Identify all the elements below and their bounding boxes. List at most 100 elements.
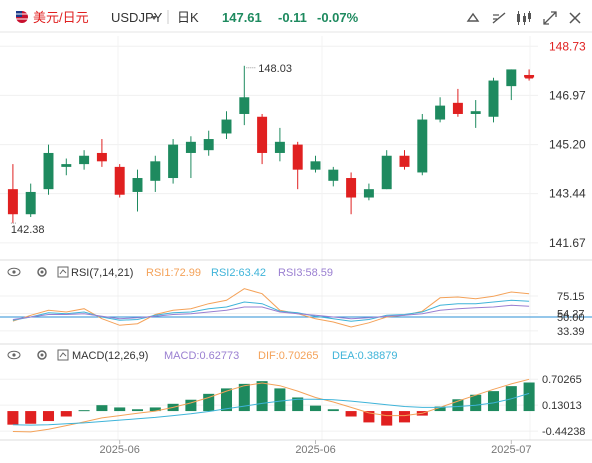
max-annotation: 148.03 [246,63,292,75]
candle [150,155,161,192]
candle [96,139,107,167]
main-price-axis: 148.73 146.97 145.20 143.44 141.67 [549,39,586,250]
macd-bar [327,409,339,412]
candle-body [452,102,463,114]
rsi2-label: RSI2:63.42 [211,267,266,279]
macd-bar [398,411,411,423]
flag-icon [16,11,28,23]
gear-icon[interactable] [37,267,47,277]
candle-body [435,105,446,120]
macd-bar [96,405,108,412]
macd-bar [25,411,37,424]
expand-icon[interactable] [543,11,557,25]
pair-name[interactable]: 美元/日元 [33,10,89,25]
candle-body [203,139,214,151]
candle-body [381,155,392,190]
dea-label: DEA:0.38879 [332,350,397,362]
candle-body [399,155,410,167]
candle [452,88,463,117]
indicator-icon[interactable] [492,12,506,24]
macd-bar [114,407,126,412]
rsi-tick-label: 50.00 [557,312,585,324]
rsi-tick-label: 33.39 [557,326,585,338]
candle-body [43,152,54,190]
min-annotation: 142.38 [10,222,45,236]
timeframe-button[interactable]: 日K [177,10,199,25]
candle-body [150,161,161,181]
macd-title: MACD(12,26,9) [72,350,148,362]
candle-body [346,178,357,198]
candle [381,150,392,190]
close-icon[interactable] [569,12,581,24]
candle [470,100,481,128]
rsi-header: RSI(7,14,21) RSI1:72.99 RSI2:63.42 RSI3:… [7,266,333,279]
candle [524,69,535,81]
x-tick-label: 2025-06 [295,444,335,456]
macd-bar [7,411,19,425]
toolbar: 美元/日元 USDJPY 日K 147.61 -0.11 -0.07% [16,10,581,25]
eye-icon[interactable] [7,350,21,360]
candle-body [61,164,72,167]
dif-label: DIF:0.70265 [258,350,319,362]
candle-body [221,119,232,134]
candle [79,150,90,170]
rsi3-label: RSI3:58.59 [278,267,333,279]
candle [221,111,232,140]
candle-body [310,161,321,170]
candle-body [239,97,250,114]
macd-bar [220,388,233,412]
gear-icon[interactable] [37,350,47,360]
rsi-axis: 75.1554.2750.0033.39 [557,291,585,338]
candle-body [79,155,90,165]
macd-bar [78,410,90,412]
indicator-icon[interactable] [57,349,69,361]
candle [168,139,179,184]
rsi-title: RSI(7,14,21) [71,267,133,279]
macd-bar [487,391,500,412]
candle-body [7,189,18,215]
rsi-series [12,288,530,328]
price-change: -0.11 [278,10,307,25]
candle [399,150,410,170]
fullscreen-icon[interactable] [466,11,480,25]
candle [203,130,214,156]
candle [488,77,499,123]
candle-body [328,169,339,181]
candle-body [132,178,143,192]
macd-bar [345,411,357,417]
candle [257,113,268,165]
macd-tick-label: 0.70265 [542,374,582,386]
price-tick-label: 141.67 [549,236,586,250]
rsi-tick-label: 75.15 [557,291,585,303]
macd-bar [42,411,55,422]
candle [274,127,285,162]
price-change-pct: -0.07% [317,10,359,25]
rsi-line-2 [12,299,530,322]
macd-bar [381,411,393,426]
time-axis: 2025-06 2025-06 2025-07 [100,440,531,456]
indicator-icon[interactable] [57,266,69,278]
candle-body [488,80,499,117]
candle-body [168,144,179,179]
price-tick-label: 145.20 [549,138,586,152]
max-price-label: 148.03 [258,63,292,75]
candle-body [96,152,107,162]
candle [61,158,72,176]
price-tick-label: 143.44 [549,187,586,201]
candle-body [506,69,517,87]
x-tick-label: 2025-07 [491,444,531,456]
min-price-label: 142.38 [11,224,45,236]
candle-type-icon[interactable] [517,11,531,25]
candle-body [274,141,285,153]
candle [132,169,143,212]
eye-icon[interactable] [7,267,21,277]
macd-bar [256,381,268,412]
candle [435,97,446,123]
candle [310,155,321,173]
candle [185,136,196,179]
macd-bar [523,382,535,412]
macd-axis: 0.70265 0.13013 -0.44238 [542,374,585,438]
macd-bar [470,394,482,412]
candle [363,183,374,201]
candle-body [25,191,36,215]
